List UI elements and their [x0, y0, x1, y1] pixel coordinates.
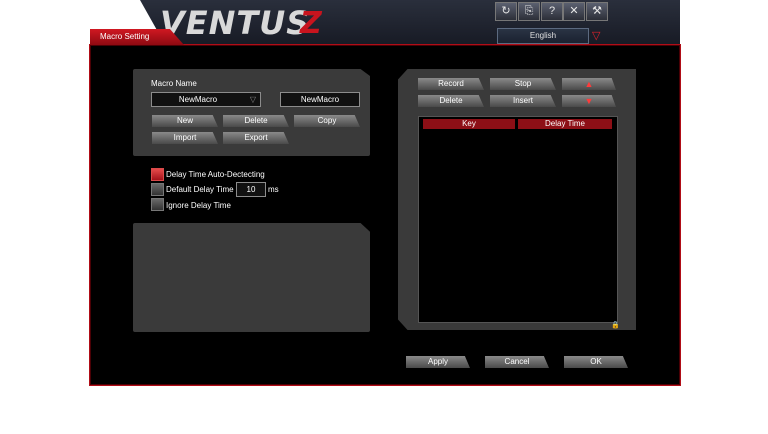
export-button[interactable]: Export: [223, 132, 289, 144]
refresh-icon[interactable]: ↻: [495, 2, 517, 21]
record-button[interactable]: Record: [418, 78, 484, 90]
column-header-delay[interactable]: Delay Time: [518, 119, 612, 129]
lock-icon: 🔒: [611, 322, 620, 329]
macro-name-input[interactable]: NewMacro: [280, 92, 360, 107]
arrow-down-icon: ▼: [584, 96, 594, 106]
auto-detect-label: Delay Time Auto-Dectecting: [166, 170, 265, 179]
delete-macro-button[interactable]: Delete: [223, 115, 289, 127]
copy-button[interactable]: Copy: [294, 115, 360, 127]
auto-detect-checkbox[interactable]: [151, 168, 164, 181]
macro-preview-panel: [133, 223, 370, 332]
macro-name-label: Macro Name: [151, 79, 197, 88]
cancel-button[interactable]: Cancel: [485, 356, 549, 368]
language-select[interactable]: English: [497, 28, 589, 44]
chevron-down-icon[interactable]: ▽: [592, 29, 600, 42]
new-button[interactable]: New: [152, 115, 218, 127]
macro-select[interactable]: NewMacro ▽: [151, 92, 261, 107]
ignore-delay-checkbox[interactable]: [151, 198, 164, 211]
default-delay-input[interactable]: 10: [236, 182, 266, 197]
macro-select-value: NewMacro: [178, 95, 218, 104]
ignore-delay-label: Ignore Delay Time: [166, 201, 231, 210]
insert-button[interactable]: Insert: [490, 95, 556, 107]
close-icon[interactable]: ✕: [563, 2, 585, 21]
delay-unit: ms: [268, 185, 279, 194]
default-delay-checkbox[interactable]: [151, 183, 164, 196]
ok-button[interactable]: OK: [564, 356, 628, 368]
key-delay-table[interactable]: [418, 116, 618, 323]
brand-logo-suffix: Z: [300, 6, 322, 41]
move-up-button[interactable]: ▲: [562, 78, 616, 90]
default-delay-label: Default Delay Time: [166, 185, 234, 194]
stop-button[interactable]: Stop: [490, 78, 556, 90]
tools-icon[interactable]: ⚒: [586, 2, 608, 21]
save-icon[interactable]: ⎘: [518, 2, 540, 21]
import-button[interactable]: Import: [152, 132, 218, 144]
move-down-button[interactable]: ▼: [562, 95, 616, 107]
column-header-key[interactable]: Key: [423, 119, 515, 129]
arrow-up-icon: ▲: [584, 79, 594, 89]
apply-button[interactable]: Apply: [406, 356, 470, 368]
help-icon[interactable]: ?: [541, 2, 563, 21]
delete-key-button[interactable]: Delete: [418, 95, 484, 107]
brand-logo: VENTUS: [160, 4, 311, 42]
chevron-down-icon: ▽: [249, 95, 256, 104]
window-title: Macro Setting: [100, 32, 150, 41]
